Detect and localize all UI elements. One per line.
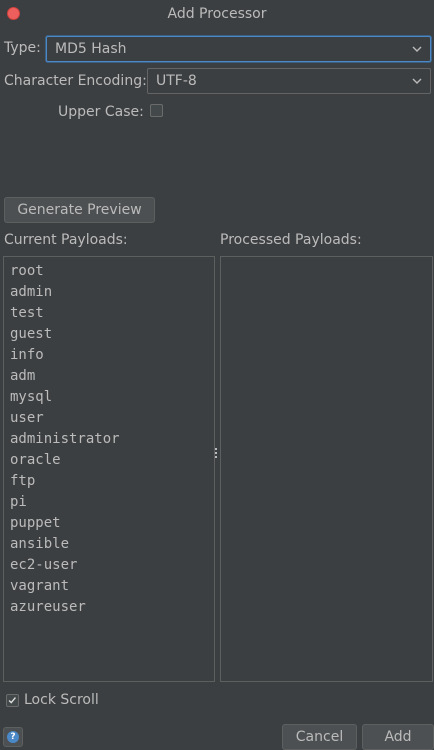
help-button[interactable]: ? (3, 727, 23, 747)
type-dropdown[interactable]: MD5 Hash (46, 36, 431, 62)
list-item[interactable]: admin (10, 282, 214, 303)
lock-scroll-checkbox[interactable] (6, 694, 19, 707)
checkmark-icon (8, 697, 16, 704)
type-label: Type: (4, 40, 41, 56)
chevron-down-icon (412, 46, 422, 52)
list-item[interactable]: mysql (10, 387, 214, 408)
list-item[interactable]: user (10, 408, 214, 429)
help-icon: ? (7, 731, 19, 743)
add-processor-dialog: Add Processor Type: MD5 Hash Character E… (0, 0, 434, 750)
cancel-button[interactable]: Cancel (282, 724, 357, 750)
list-item[interactable]: test (10, 303, 214, 324)
list-item[interactable]: oracle (10, 450, 214, 471)
processed-payloads-header: Processed Payloads: (220, 232, 362, 248)
splitter-handle[interactable] (215, 448, 218, 462)
generate-preview-button[interactable]: Generate Preview (4, 197, 155, 223)
list-item[interactable]: vagrant (10, 576, 214, 597)
upper-case-label: Upper Case: (58, 104, 144, 120)
lock-scroll-label: Lock Scroll (24, 692, 99, 708)
list-item[interactable]: ec2-user (10, 555, 214, 576)
encoding-label: Character Encoding: (4, 73, 147, 89)
list-item[interactable]: root (10, 261, 214, 282)
processed-payloads-list[interactable] (220, 256, 433, 682)
current-payloads-header: Current Payloads: (4, 232, 128, 248)
list-item[interactable]: azureuser (10, 597, 214, 618)
current-payloads-items: root admin test guest info adm mysql user admini… (4, 257, 214, 618)
current-payloads-list[interactable]: root admin test guest info adm mysql user admini… (3, 256, 215, 682)
type-dropdown-value: MD5 Hash (55, 41, 127, 57)
title-bar: Add Processor (0, 0, 434, 28)
encoding-dropdown-value: UTF-8 (156, 73, 197, 89)
add-button[interactable]: Add (362, 724, 434, 750)
list-item[interactable]: ftp (10, 471, 214, 492)
list-item[interactable]: guest (10, 324, 214, 345)
list-item[interactable]: ansible (10, 534, 214, 555)
upper-case-checkbox[interactable] (150, 104, 163, 117)
window-title: Add Processor (167, 6, 267, 22)
list-item[interactable]: info (10, 345, 214, 366)
list-item[interactable]: pi (10, 492, 214, 513)
encoding-dropdown[interactable]: UTF-8 (147, 68, 431, 94)
chevron-down-icon (412, 78, 422, 84)
processed-payloads-items (221, 257, 432, 261)
list-item[interactable]: adm (10, 366, 214, 387)
list-item[interactable]: administrator (10, 429, 214, 450)
list-item[interactable]: puppet (10, 513, 214, 534)
